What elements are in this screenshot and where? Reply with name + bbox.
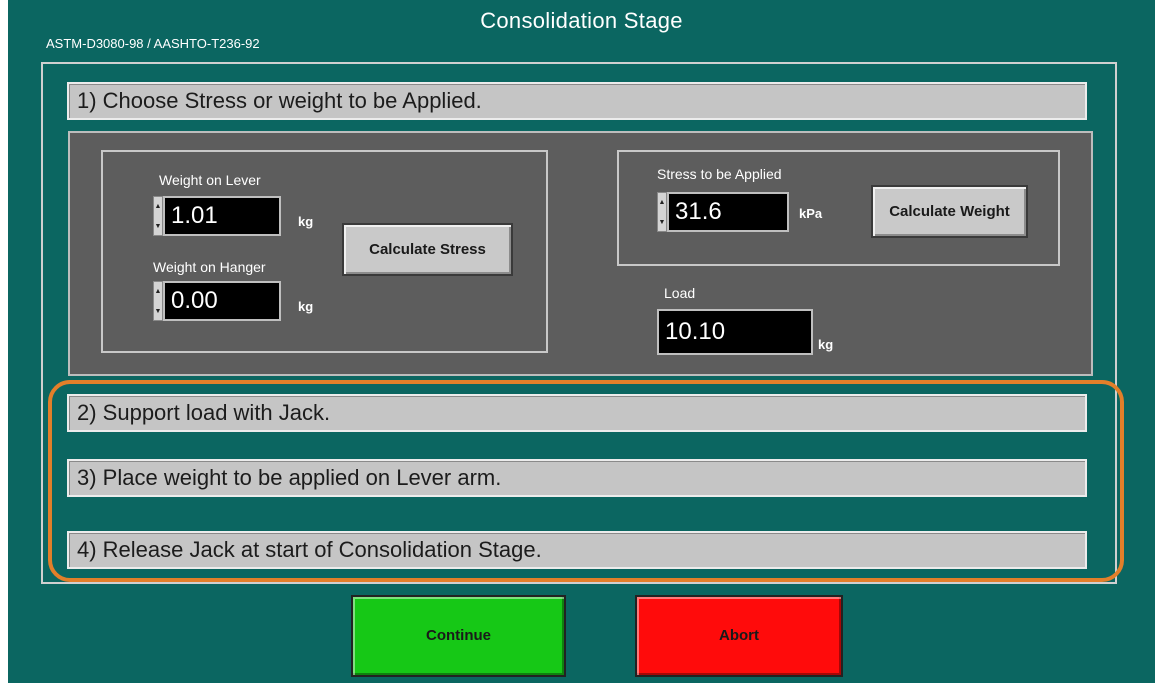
spin-up-icon[interactable]: ▲ (154, 203, 162, 211)
spin-up-icon[interactable]: ▲ (658, 199, 666, 207)
step-4-label: 4) Release Jack at start of Consolidatio… (67, 531, 1087, 569)
weight-on-hanger-unit: kg (298, 299, 314, 314)
consolidation-window: Consolidation Stage ASTM-D3080-98 / AASH… (8, 0, 1155, 683)
weight-on-hanger-input[interactable]: 0.00 (163, 281, 281, 321)
stress-spinner[interactable]: ▲ ▼ (657, 192, 667, 232)
step-1-label: 1) Choose Stress or weight to be Applied… (67, 82, 1087, 120)
weight-on-lever-spinner[interactable]: ▲ ▼ (153, 196, 163, 236)
calculate-stress-button[interactable]: Calculate Stress (342, 223, 513, 276)
weight-on-lever-unit: kg (298, 214, 314, 229)
weight-on-lever-input[interactable]: 1.01 (163, 196, 281, 236)
spin-down-icon[interactable]: ▼ (658, 219, 666, 227)
spin-down-icon[interactable]: ▼ (154, 223, 162, 231)
standard-reference: ASTM-D3080-98 / AASHTO-T236-92 (46, 36, 260, 51)
spin-up-icon[interactable]: ▲ (154, 288, 162, 296)
weight-on-lever-label: Weight on Lever (159, 172, 261, 188)
load-label: Load (664, 285, 696, 301)
step-2-label: 2) Support load with Jack. (67, 394, 1087, 432)
load-unit: kg (818, 337, 834, 352)
stress-to-be-applied-label: Stress to be Applied (657, 166, 782, 182)
window-title: Consolidation Stage (480, 8, 683, 33)
stress-unit: kPa (799, 206, 823, 221)
weight-on-hanger-label: Weight on Hanger (153, 259, 266, 275)
continue-button[interactable]: Continue (351, 595, 566, 677)
abort-button[interactable]: Abort (635, 595, 843, 677)
spin-down-icon[interactable]: ▼ (154, 308, 162, 316)
stress-input[interactable]: 31.6 (667, 192, 789, 232)
calculate-weight-button[interactable]: Calculate Weight (871, 185, 1028, 238)
stress-weight-panel: Weight on Lever ▲ ▼ 1.01 kg Weight on Ha… (68, 131, 1093, 376)
weight-group-box: Weight on Lever ▲ ▼ 1.01 kg Weight on Ha… (101, 150, 548, 353)
step-3-label: 3) Place weight to be applied on Lever a… (67, 459, 1087, 497)
stress-group-box: Stress to be Applied ▲ ▼ 31.6 kPa Calcul… (617, 150, 1060, 266)
load-display: 10.10 (657, 309, 813, 355)
weight-on-hanger-spinner[interactable]: ▲ ▼ (153, 281, 163, 321)
